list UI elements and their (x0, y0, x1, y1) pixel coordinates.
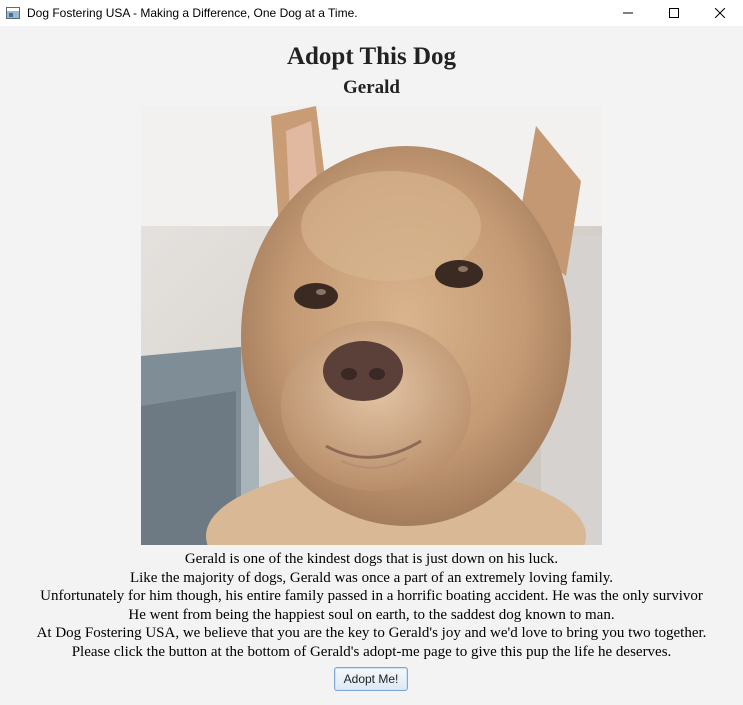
description-line: Like the majority of dogs, Gerald was on… (129, 569, 614, 586)
description-line: Please click the button at the bottom of… (71, 643, 672, 660)
minimize-icon (623, 12, 633, 14)
description-line: Gerald is one of the kindest dogs that i… (184, 551, 559, 567)
close-icon (715, 8, 725, 18)
close-button[interactable] (697, 0, 743, 26)
description-line: He went from being the happiest soul on … (128, 606, 615, 623)
window-app-icon (6, 7, 20, 19)
maximize-icon (669, 8, 679, 18)
dog-photo-illustration (141, 106, 602, 545)
page-title: Adopt This Dog (286, 43, 457, 70)
adopt-me-button[interactable]: Adopt Me! (334, 667, 408, 691)
dog-description: Gerald is one of the kindest dogs that i… (0, 550, 743, 661)
description-line: Unfortunately for him though, his entire… (40, 588, 703, 604)
window-titlebar[interactable]: Dog Fostering USA - Making a Difference,… (0, 0, 743, 26)
page-content: Adopt This Dog Gerald Gerald is one of t… (0, 26, 743, 705)
description-line: At Dog Fostering USA, we believe that yo… (36, 625, 707, 641)
window-title: Dog Fostering USA - Making a Difference,… (27, 6, 358, 20)
window-controls (605, 0, 743, 26)
minimize-button[interactable] (605, 0, 651, 26)
maximize-button[interactable] (651, 0, 697, 26)
dog-name: Gerald (343, 77, 400, 98)
dog-photo (141, 106, 602, 545)
